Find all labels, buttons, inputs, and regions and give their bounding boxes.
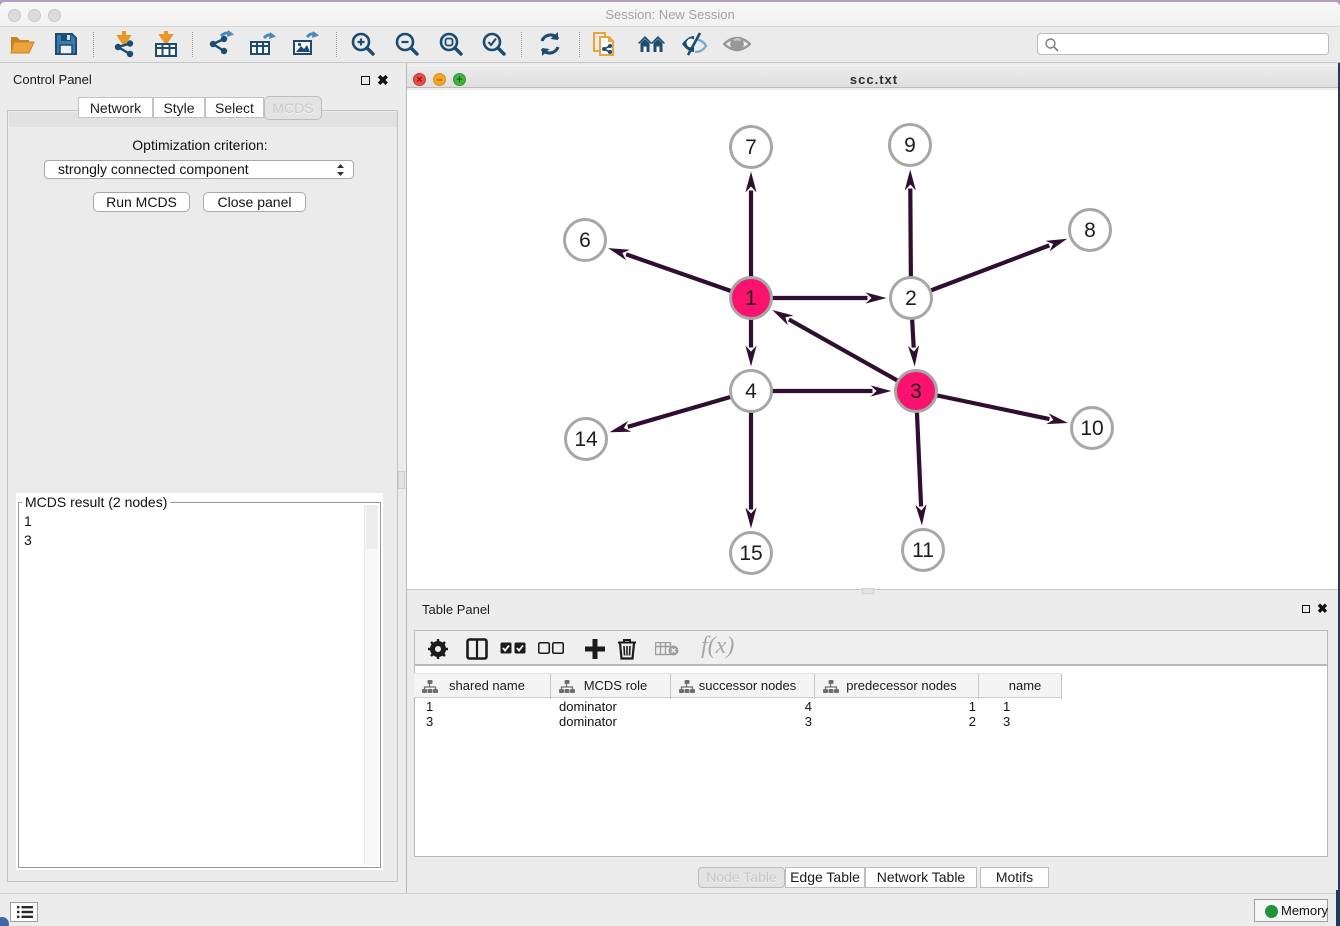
svg-text:15: 15 [739, 542, 762, 565]
svg-text:6: 6 [579, 229, 591, 252]
svg-text:9: 9 [904, 134, 916, 157]
svg-text:14: 14 [574, 428, 598, 451]
svg-text:11: 11 [912, 539, 934, 562]
svg-text:3: 3 [910, 380, 922, 403]
svg-text:10: 10 [1080, 417, 1103, 440]
svg-text:4: 4 [745, 380, 757, 403]
svg-text:8: 8 [1084, 219, 1096, 242]
svg-text:7: 7 [745, 136, 757, 159]
svg-text:1: 1 [745, 287, 757, 310]
svg-text:2: 2 [905, 287, 917, 310]
